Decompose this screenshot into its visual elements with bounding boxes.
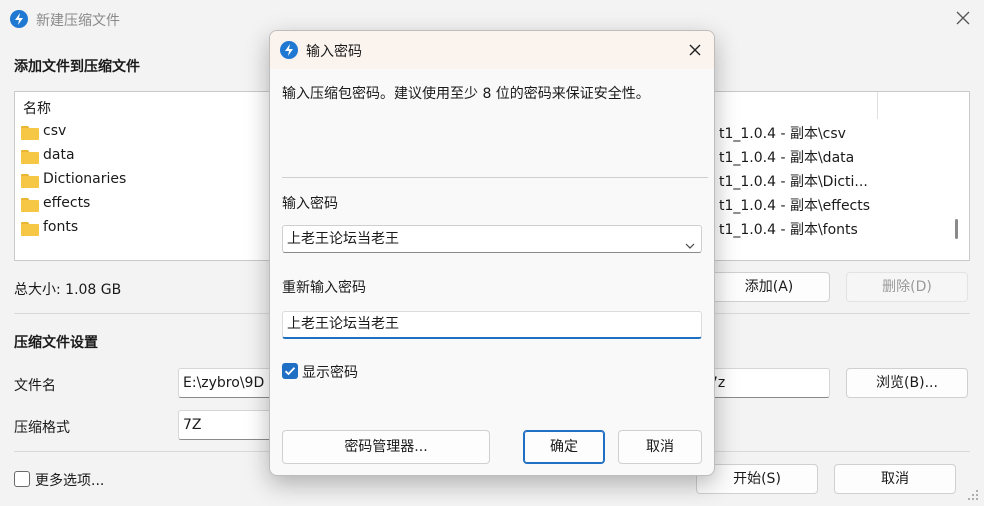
password-value: 上老王论坛当老王 bbox=[287, 231, 399, 247]
show-password-checkbox[interactable] bbox=[282, 363, 298, 379]
dialog-title: 输入密码 bbox=[306, 44, 362, 60]
reenter-password-label: 重新输入密码 bbox=[282, 280, 366, 296]
show-password-label[interactable]: 显示密码 bbox=[302, 362, 358, 382]
app-logo-icon bbox=[10, 10, 28, 28]
window-title: 新建压缩文件 bbox=[36, 13, 120, 29]
dialog-titlebar: 输入密码 bbox=[270, 31, 714, 69]
folder-icon bbox=[21, 150, 39, 164]
divider bbox=[282, 177, 708, 178]
file-path: t1_1.0.4 - 副本\Dicti... bbox=[719, 174, 868, 190]
folder-icon bbox=[21, 198, 39, 212]
more-options-checkbox[interactable] bbox=[14, 471, 30, 487]
password-dialog: 输入密码 输入压缩包密码。建议使用至少 8 位的密码来保证安全性。 输入密码 上… bbox=[269, 30, 715, 476]
browse-button[interactable]: 浏览(B)... bbox=[846, 368, 968, 398]
section-settings-title: 压缩文件设置 bbox=[14, 335, 98, 351]
total-size: 总大小: 1.08 GB bbox=[14, 282, 122, 298]
folder-icon bbox=[21, 222, 39, 236]
list-item[interactable]: effects bbox=[21, 193, 261, 217]
more-options-label[interactable]: 更多选项... bbox=[35, 470, 104, 490]
filename-value: E:\zybro\9D bbox=[183, 375, 265, 391]
file-name: Dictionaries bbox=[43, 171, 127, 187]
file-name: effects bbox=[43, 195, 91, 211]
password-label: 输入密码 bbox=[282, 196, 338, 212]
password-manager-button[interactable]: 密码管理器... bbox=[282, 430, 490, 464]
resize-grip-icon[interactable] bbox=[966, 488, 980, 502]
file-name: data bbox=[43, 147, 75, 163]
ok-button[interactable]: 确定 bbox=[523, 430, 605, 464]
chevron-down-icon[interactable] bbox=[685, 234, 695, 249]
list-item[interactable]: fonts bbox=[21, 217, 261, 241]
delete-button[interactable]: 删除(D) bbox=[846, 272, 968, 302]
dialog-cancel-button[interactable]: 取消 bbox=[618, 430, 702, 464]
cancel-button[interactable]: 取消 bbox=[834, 464, 956, 494]
filename-label: 文件名 bbox=[14, 378, 56, 394]
section-add-files-title: 添加文件到压缩文件 bbox=[14, 59, 140, 75]
file-path: t1_1.0.4 - 副本\data bbox=[719, 150, 855, 166]
column-divider[interactable] bbox=[877, 92, 878, 119]
format-label: 压缩格式 bbox=[14, 420, 70, 436]
file-name: csv bbox=[43, 123, 67, 139]
close-icon[interactable] bbox=[952, 7, 974, 29]
scrollbar-thumb[interactable] bbox=[955, 219, 958, 239]
list-item[interactable]: csv bbox=[21, 121, 261, 145]
close-icon[interactable] bbox=[684, 39, 706, 61]
add-button[interactable]: 添加(A) bbox=[708, 272, 830, 302]
file-name: fonts bbox=[43, 219, 79, 235]
file-path: t1_1.0.4 - 副本\effects bbox=[719, 198, 871, 214]
file-path: t1_1.0.4 - 副本\csv bbox=[719, 126, 846, 142]
column-header-name[interactable]: 名称 bbox=[23, 98, 51, 118]
list-item[interactable]: Dictionaries bbox=[21, 169, 261, 193]
app-logo-icon bbox=[280, 41, 298, 59]
folder-icon bbox=[21, 126, 39, 140]
format-value: 7Z bbox=[183, 417, 202, 433]
dialog-description: 输入压缩包密码。建议使用至少 8 位的密码来保证安全性。 bbox=[282, 86, 650, 102]
file-path: t1_1.0.4 - 副本\fonts bbox=[719, 222, 858, 238]
reenter-password-input[interactable]: 上老王论坛当老王 bbox=[282, 311, 702, 339]
password-combobox[interactable]: 上老王论坛当老王 bbox=[282, 225, 702, 253]
list-item[interactable]: data bbox=[21, 145, 261, 169]
folder-icon bbox=[21, 174, 39, 188]
reenter-password-value: 上老王论坛当老王 bbox=[287, 316, 399, 332]
